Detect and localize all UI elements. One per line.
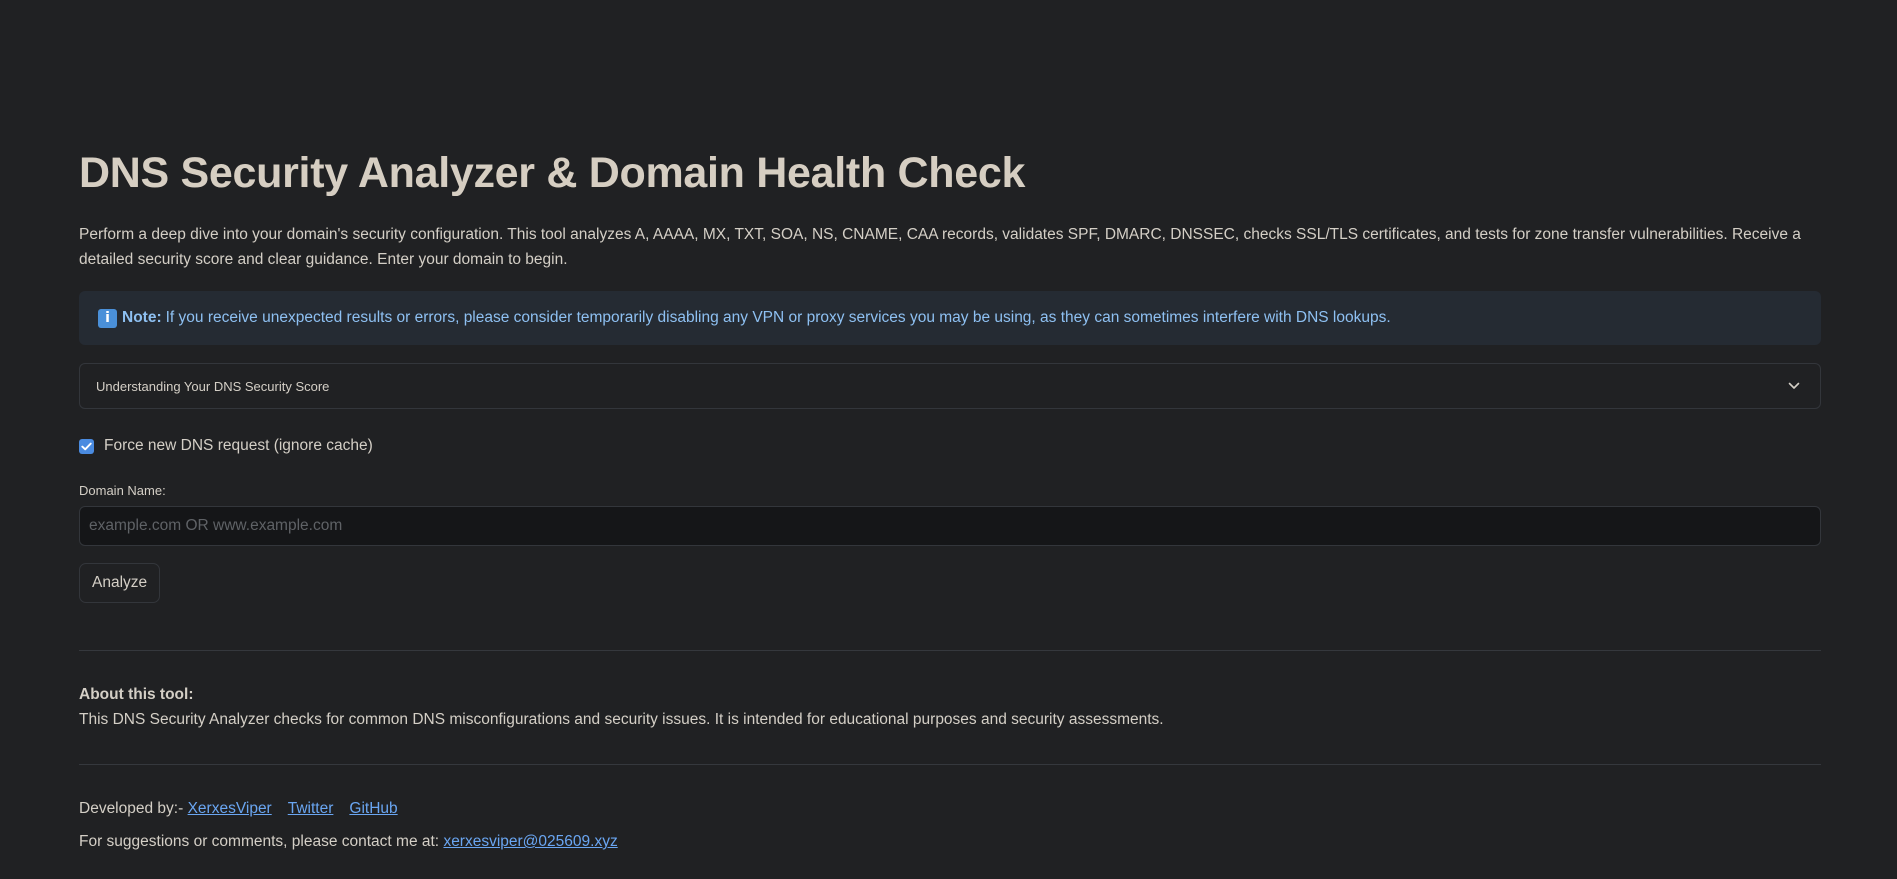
about-text: This DNS Security Analyzer checks for co… <box>79 711 1164 728</box>
developed-by-prefix: Developed by:- <box>79 800 184 817</box>
checkmark-icon <box>81 442 92 450</box>
page: DNS Security Analyzer & Domain Health Ch… <box>0 0 1897 879</box>
contact-line: For suggestions or comments, please cont… <box>79 833 1821 851</box>
main-content: DNS Security Analyzer & Domain Health Ch… <box>79 146 1821 851</box>
domain-label: Domain Name: <box>79 483 166 498</box>
twitter-link[interactable]: Twitter <box>288 800 334 817</box>
developed-by-line: Developed by:- XerxesViper Twitter GitHub <box>79 800 1821 818</box>
chevron-down-icon <box>1787 379 1801 393</box>
note-text: If you receive unexpected results or err… <box>165 309 1391 326</box>
intro-text: Perform a deep dive into your domain's s… <box>79 226 1801 268</box>
about-title: About this tool: <box>79 686 194 703</box>
info-icon: i <box>98 308 117 328</box>
analyze-button[interactable]: Analyze <box>79 563 161 603</box>
domain-input[interactable] <box>79 506 1821 546</box>
expander-label: Understanding Your DNS Security Score <box>96 378 330 394</box>
force-request-row: Force new DNS request (ignore cache) <box>79 437 1821 455</box>
score-info-expander[interactable]: Understanding Your DNS Security Score <box>79 363 1821 409</box>
note-label: Note: <box>122 309 162 326</box>
force-request-checkbox[interactable] <box>79 438 94 454</box>
author-link[interactable]: XerxesViper <box>188 800 272 817</box>
note-alert: i Note: If you receive unexpected result… <box>79 291 1821 345</box>
contact-email-link[interactable]: xerxesviper@025609.xyz <box>443 833 617 850</box>
contact-prefix: For suggestions or comments, please cont… <box>79 833 440 850</box>
force-request-label[interactable]: Force new DNS request (ignore cache) <box>104 437 373 455</box>
page-title: DNS Security Analyzer & Domain Health Ch… <box>79 149 1026 197</box>
divider <box>79 764 1821 765</box>
divider <box>79 650 1821 651</box>
github-link[interactable]: GitHub <box>349 800 397 817</box>
